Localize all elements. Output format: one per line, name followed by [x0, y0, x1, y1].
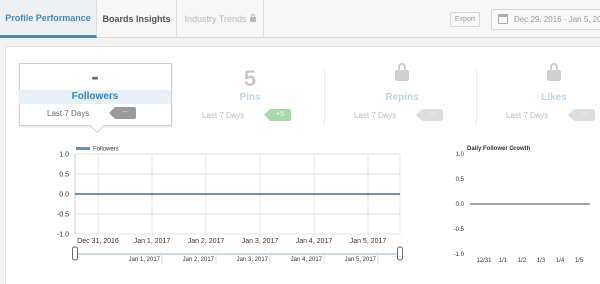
x-tick-label: 1/2: [518, 258, 527, 264]
y-tick-label: -0.5: [454, 227, 465, 233]
charts-layer: 1.0 0.5 0.0 -0.5 -1.0 Dec 31, 2016 Jan 1, 2017…: [57, 146, 590, 264]
y-tick-label: -1.0: [454, 252, 465, 258]
x-tick-label: 1/3: [537, 258, 546, 264]
data-point: [97, 193, 99, 195]
y-tick-label: 1.0: [456, 152, 465, 158]
data-point: [259, 193, 261, 195]
x-tick-label: 1/5: [575, 258, 584, 264]
navigator-label: Jan 3, 2017: [237, 257, 269, 263]
x-tick-label: 1/4: [556, 258, 565, 264]
navigator-handle-left[interactable]: [72, 246, 78, 261]
y-tick-label: 0.0: [59, 192, 69, 199]
navigator-handle-right[interactable]: [397, 246, 403, 261]
x-tick-label: Jan 4, 2017: [296, 238, 333, 245]
x-tick-label: 1/1: [499, 258, 508, 264]
x-tick-label: 12/31: [476, 258, 492, 264]
data-point: [205, 193, 207, 195]
y-tick-label: 0.5: [456, 177, 465, 183]
x-tick-label: Jan 2, 2017: [188, 238, 225, 245]
x-tick-label: Dec 31, 2016: [77, 238, 119, 245]
y-tick-label: -0.5: [57, 212, 69, 219]
y-tick-label: 1.0: [59, 152, 69, 159]
y-tick-label: -1.0: [57, 232, 69, 239]
chart-title: Daily Follower Growth: [467, 146, 531, 152]
y-tick-label: 0.5: [59, 172, 69, 179]
data-point: [367, 193, 369, 195]
legend-swatch: [76, 147, 90, 150]
data-point: [313, 193, 315, 195]
data-point: [151, 193, 153, 195]
navigator-label: Jan 4, 2017: [291, 257, 323, 263]
navigator-label: Jan 1, 2017: [129, 257, 161, 263]
x-tick-label: Jan 5, 2017: [350, 238, 387, 245]
navigator-label: Jan 2, 2017: [183, 257, 215, 263]
y-tick-label: 0.0: [456, 202, 465, 208]
x-tick-label: Jan 1, 2017: [134, 238, 171, 245]
legend-label: Followers: [93, 147, 119, 153]
navigator-label: Jan 5, 2017: [345, 257, 377, 263]
x-tick-label: Jan 3, 2017: [242, 238, 279, 245]
